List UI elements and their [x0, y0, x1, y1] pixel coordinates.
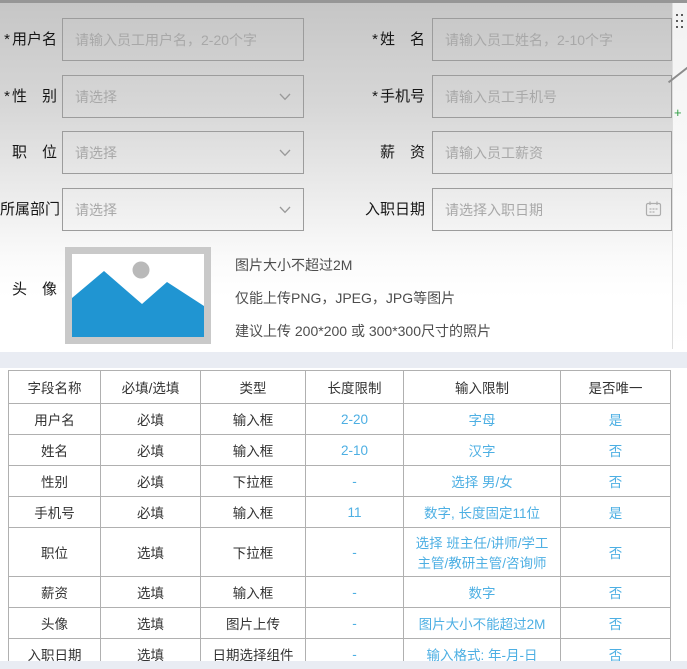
select-placeholder: 请选择 [75, 87, 117, 107]
cell-unique: 否 [561, 577, 671, 608]
required-star: * [372, 31, 378, 48]
cell-type: 输入框 [201, 404, 306, 435]
cell-unique: 是 [561, 497, 671, 528]
department-label: 所属部门 [0, 188, 57, 231]
column-header: 是否唯一 [561, 371, 671, 404]
cell-field-name: 姓名 [9, 435, 101, 466]
gender-label: *性 别 [0, 75, 57, 118]
cell-required: 选填 [101, 577, 201, 608]
phone-label: *手机号 [348, 75, 425, 118]
drag-dots-icon [676, 14, 678, 16]
cell-field-name: 性别 [9, 466, 101, 497]
hire-date-label: 入职日期 [348, 188, 425, 231]
chevron-down-icon [279, 144, 291, 162]
phone-input[interactable] [432, 75, 672, 118]
table-header-row: 字段名称 必填/选填 类型 长度限制 输入限制 是否唯一 [9, 371, 671, 404]
avatar-upload[interactable] [65, 247, 211, 344]
cell-input-limit: 选择 班主任/讲师/学工主管/教研主管/咨询师 [404, 528, 561, 577]
hire-date-picker[interactable] [432, 188, 672, 231]
cell-length-limit: - [306, 608, 404, 639]
cell-type: 下拉框 [201, 528, 306, 577]
cell-input-limit: 字母 [404, 404, 561, 435]
username-label: *用户名 [0, 18, 57, 61]
employee-form-screen: *用户名 *姓 名 *性 别 请选择 *手机号 职 位 请选择 薪 资 所属部门… [0, 0, 687, 669]
cell-required: 必填 [101, 497, 201, 528]
cell-type: 输入框 [201, 435, 306, 466]
position-select[interactable]: 请选择 [62, 131, 304, 174]
cell-unique: 否 [561, 435, 671, 466]
avatar-note-format: 仅能上传PNG，JPEG，JPG等图片 [235, 288, 455, 308]
cell-required: 选填 [101, 608, 201, 639]
cell-input-limit: 图片大小不能超过2M [404, 608, 561, 639]
cell-input-limit: 数字, 长度固定11位 [404, 497, 561, 528]
cell-field-name: 用户名 [9, 404, 101, 435]
table-row: 薪资 选填 输入框 - 数字 否 [9, 577, 671, 608]
table-row: 手机号 必填 输入框 11 数字, 长度固定11位 是 [9, 497, 671, 528]
cell-type: 输入框 [201, 577, 306, 608]
right-edge-strip [672, 3, 687, 349]
gender-select[interactable]: 请选择 [62, 75, 304, 118]
cell-input-limit: 汉字 [404, 435, 561, 466]
avatar-note-dimensions: 建议上传 200*200 或 300*300尺寸的照片 [235, 321, 491, 341]
cell-length-limit: - [306, 528, 404, 577]
cell-required: 必填 [101, 435, 201, 466]
salary-input[interactable] [432, 131, 672, 174]
chevron-down-icon [279, 88, 291, 106]
cell-unique: 否 [561, 466, 671, 497]
bottom-divider-strip [0, 661, 687, 669]
avatar-note-size: 图片大小不超过2M [235, 255, 352, 275]
required-star: * [4, 88, 10, 105]
select-placeholder: 请选择 [75, 143, 117, 163]
column-header: 字段名称 [9, 371, 101, 404]
field-rules-table: 字段名称 必填/选填 类型 长度限制 输入限制 是否唯一 用户名 必填 输入框 … [8, 370, 671, 669]
cell-field-name: 头像 [9, 608, 101, 639]
section-divider-strip [0, 352, 687, 368]
hire-date-input[interactable] [432, 188, 672, 231]
cell-field-name: 手机号 [9, 497, 101, 528]
required-star: * [4, 31, 10, 48]
column-header: 输入限制 [404, 371, 561, 404]
table-row: 性别 必填 下拉框 - 选择 男/女 否 [9, 466, 671, 497]
cell-type: 图片上传 [201, 608, 306, 639]
name-label: *姓 名 [348, 18, 425, 61]
cell-length-limit: 2-20 [306, 404, 404, 435]
cell-type: 输入框 [201, 497, 306, 528]
cell-unique: 否 [561, 528, 671, 577]
select-placeholder: 请选择 [75, 200, 117, 220]
column-header: 类型 [201, 371, 306, 404]
chevron-down-icon [279, 201, 291, 219]
plus-icon: + [674, 106, 682, 119]
cell-input-limit: 选择 男/女 [404, 466, 561, 497]
table-row: 职位 选填 下拉框 - 选择 班主任/讲师/学工主管/教研主管/咨询师 否 [9, 528, 671, 577]
cell-input-limit: 数字 [404, 577, 561, 608]
column-header: 必填/选填 [101, 371, 201, 404]
position-label: 职 位 [0, 131, 57, 174]
table-row: 姓名 必填 输入框 2-10 汉字 否 [9, 435, 671, 466]
cell-length-limit: 11 [306, 497, 404, 528]
cell-field-name: 职位 [9, 528, 101, 577]
cell-unique: 否 [561, 608, 671, 639]
cell-required: 必填 [101, 404, 201, 435]
username-input[interactable] [62, 18, 304, 61]
cell-required: 必填 [101, 466, 201, 497]
name-input[interactable] [432, 18, 672, 61]
table-row: 用户名 必填 输入框 2-20 字母 是 [9, 404, 671, 435]
cell-required: 选填 [101, 528, 201, 577]
cell-length-limit: - [306, 577, 404, 608]
cell-field-name: 薪资 [9, 577, 101, 608]
department-select[interactable]: 请选择 [62, 188, 304, 231]
avatar-label: 头 像 [0, 268, 57, 311]
salary-label: 薪 资 [348, 131, 425, 174]
cell-length-limit: - [306, 466, 404, 497]
required-star: * [372, 88, 378, 105]
table-row: 头像 选填 图片上传 - 图片大小不能超过2M 否 [9, 608, 671, 639]
cell-length-limit: 2-10 [306, 435, 404, 466]
column-header: 长度限制 [306, 371, 404, 404]
cell-unique: 是 [561, 404, 671, 435]
cell-type: 下拉框 [201, 466, 306, 497]
image-placeholder-icon [72, 254, 204, 337]
